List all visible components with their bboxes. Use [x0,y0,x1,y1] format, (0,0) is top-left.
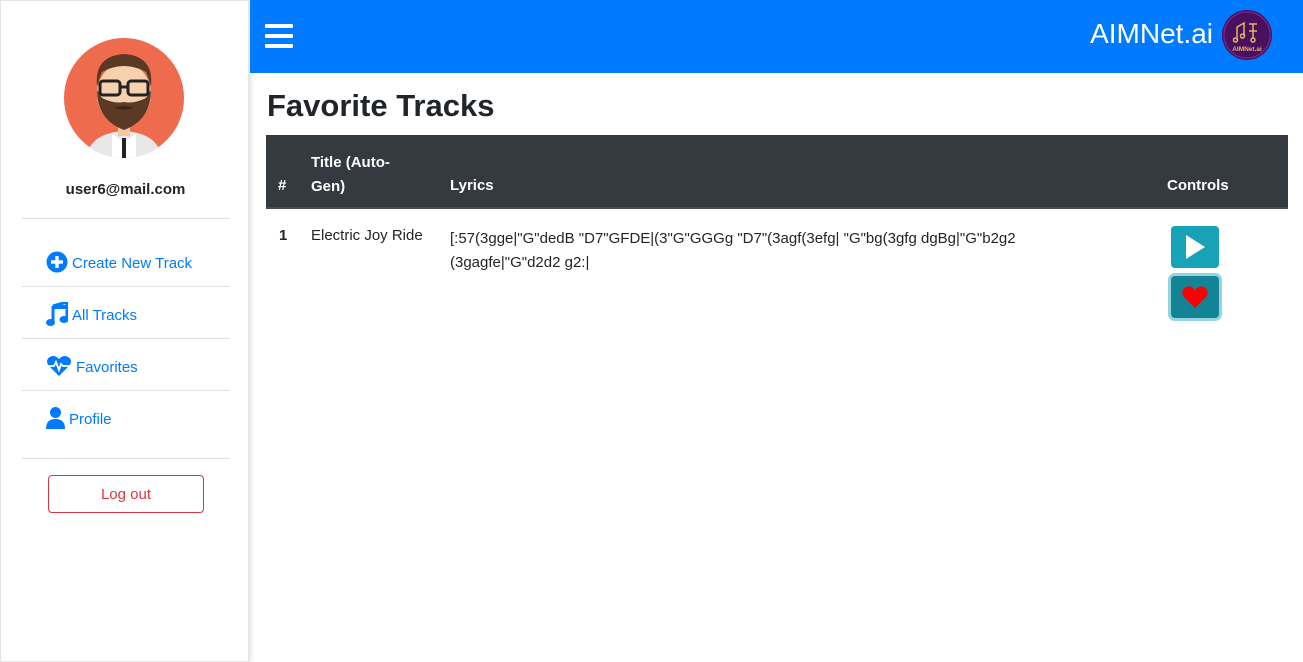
divider [22,338,230,339]
row-index: 1 [279,227,288,244]
plus-circle-icon [46,251,68,272]
top-navbar: AIMNet.ai AIMNet.ai [250,0,1303,73]
divider [22,286,230,287]
nav-label: Favorites [76,359,138,376]
nav-label: Profile [69,411,112,428]
logout-button[interactable]: Log out [48,475,204,513]
logo-text: AIMNet.ai [1232,46,1262,53]
page-title: Favorite Tracks [267,88,495,123]
track-lyrics: [:57(3gge|"G"dedB "D7"GFDE|(3"G"GGGg "D7… [450,230,1016,271]
nav-all-tracks[interactable]: All Tracks [22,288,230,339]
nav-profile[interactable]: Profile [22,392,230,443]
column-header-index: # [278,177,287,194]
divider [22,218,230,219]
brand-logo[interactable]: AIMNet.ai [1222,10,1272,60]
divider [22,390,230,391]
column-header-controls: Controls [1167,177,1229,194]
music-note-icon [46,301,68,326]
nav-label: All Tracks [72,307,138,324]
play-button[interactable] [1171,226,1219,268]
track-title: Electric Joy Ride [311,227,423,244]
column-header-title: Title (Auto-Gen) [311,154,390,195]
column-header-lyrics: Lyrics [450,177,494,194]
nav-label: Create New Track [72,255,193,272]
nav-favorites[interactable]: Favorites [22,340,230,391]
sidebar: user6@mail.com Create New Track All Trac… [0,0,249,662]
menu-toggle-icon[interactable] [265,24,293,48]
heartbeat-icon [47,355,71,376]
avatar [64,38,184,158]
user-email: user6@mail.com [65,181,186,198]
divider [22,458,230,459]
table-header: # Title (Auto-Gen) Lyrics Controls [266,135,1288,209]
nav-create-new-track[interactable]: Create New Track [22,236,230,287]
user-icon [46,406,65,429]
heart-icon [1182,285,1208,308]
favorite-button[interactable] [1171,276,1219,318]
brand-name[interactable]: AIMNet.ai [1090,18,1213,50]
play-icon [1186,235,1205,259]
